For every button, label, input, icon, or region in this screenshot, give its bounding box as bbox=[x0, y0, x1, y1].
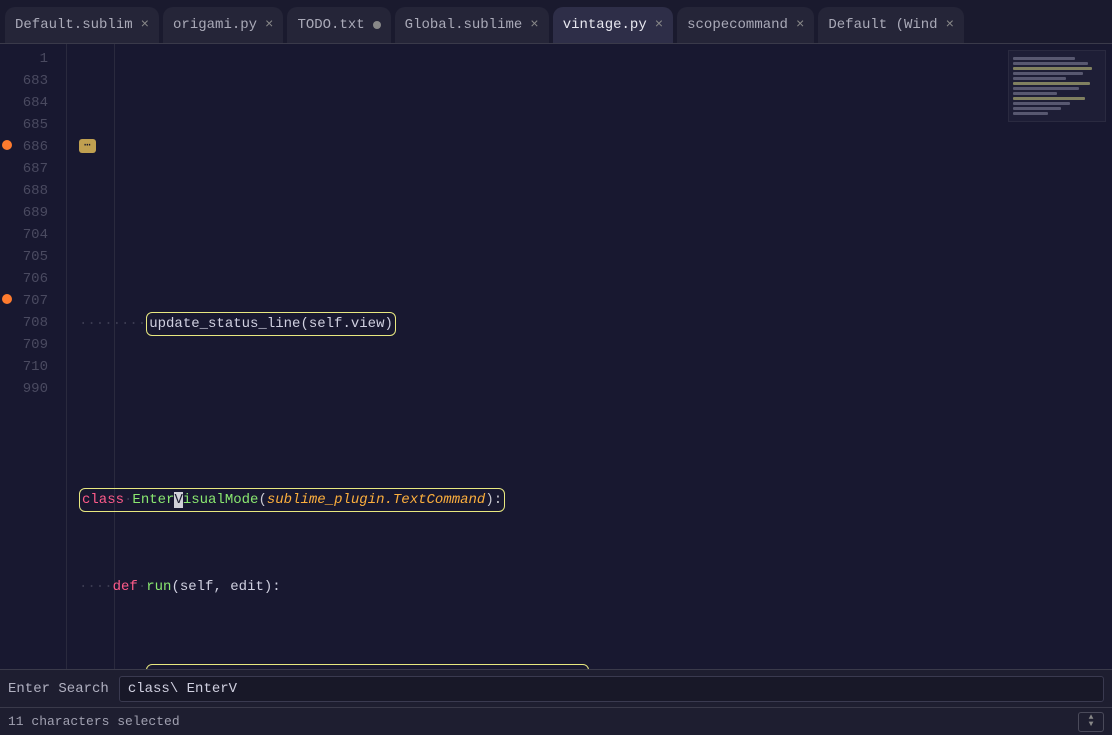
tab-default-windows[interactable]: Default (Wind× bbox=[818, 7, 964, 43]
code-line: class·EnterVisualMode(sublime_plugin.Tex… bbox=[67, 488, 1002, 510]
close-icon[interactable]: × bbox=[796, 18, 804, 32]
text-cursor: V bbox=[174, 492, 182, 508]
line-number: 683 bbox=[0, 70, 48, 92]
line-number: 688 bbox=[0, 180, 48, 202]
status-text: 11 characters selected bbox=[8, 714, 180, 729]
tab-global-sublime[interactable]: Global.sublime× bbox=[395, 7, 549, 43]
search-bar: Enter Search bbox=[0, 669, 1112, 707]
tab-scopecommand[interactable]: scopecommand× bbox=[677, 7, 814, 43]
tab-bar: Default.sublim× origami.py× TODO.txt Glo… bbox=[0, 0, 1112, 44]
line-number: 684 bbox=[0, 92, 48, 114]
line-number: 710 bbox=[0, 356, 48, 378]
tab-vintage[interactable]: vintage.py× bbox=[553, 7, 673, 43]
code-line: ········self.view.run_command('mark_undo… bbox=[67, 664, 1002, 669]
close-icon[interactable]: × bbox=[530, 18, 538, 32]
dirty-icon bbox=[373, 21, 381, 29]
code-line: ········update_status_line(self.view) bbox=[67, 312, 1002, 334]
close-icon[interactable]: × bbox=[265, 18, 273, 32]
tab-default-sublime[interactable]: Default.sublim× bbox=[5, 7, 159, 43]
line-number: 689 bbox=[0, 202, 48, 224]
line-number: 706 bbox=[0, 268, 48, 290]
panel-switcher[interactable]: ▲ ▼ bbox=[1078, 712, 1104, 732]
code-area[interactable]: ⋯ ········update_status_line(self.view) … bbox=[66, 44, 1002, 669]
gutter: 1 683 684 685 686 687 688 689 704 705 70… bbox=[0, 44, 66, 669]
line-number: 705 bbox=[0, 246, 48, 268]
code-line: ⋯ bbox=[67, 136, 1002, 158]
code-line bbox=[67, 224, 1002, 246]
bookmark-icon[interactable] bbox=[2, 140, 12, 150]
line-number: 990 bbox=[0, 378, 48, 400]
line-number: 708 bbox=[0, 312, 48, 334]
minimap[interactable] bbox=[1002, 44, 1112, 669]
line-number: 1 bbox=[0, 48, 48, 70]
search-input[interactable] bbox=[119, 676, 1104, 702]
line-number: 709 bbox=[0, 334, 48, 356]
code-line: ····def·run(self, edit): bbox=[67, 576, 1002, 598]
tab-origami[interactable]: origami.py× bbox=[163, 7, 283, 43]
line-number: 687 bbox=[0, 158, 48, 180]
fold-marker-icon[interactable]: ⋯ bbox=[79, 139, 96, 153]
tab-todo[interactable]: TODO.txt bbox=[287, 7, 390, 43]
close-icon[interactable]: × bbox=[141, 18, 149, 32]
search-label: Enter Search bbox=[8, 681, 109, 697]
code-line bbox=[67, 400, 1002, 422]
close-icon[interactable]: × bbox=[655, 18, 663, 32]
minimap-viewport bbox=[1008, 50, 1106, 122]
bookmark-icon[interactable] bbox=[2, 294, 12, 304]
close-icon[interactable]: × bbox=[946, 18, 954, 32]
status-bar: 11 characters selected ▲ ▼ bbox=[0, 707, 1112, 735]
line-number: 685 bbox=[0, 114, 48, 136]
chevron-down-icon: ▼ bbox=[1089, 722, 1094, 728]
editor-area: 1 683 684 685 686 687 688 689 704 705 70… bbox=[0, 44, 1112, 669]
line-number: 704 bbox=[0, 224, 48, 246]
